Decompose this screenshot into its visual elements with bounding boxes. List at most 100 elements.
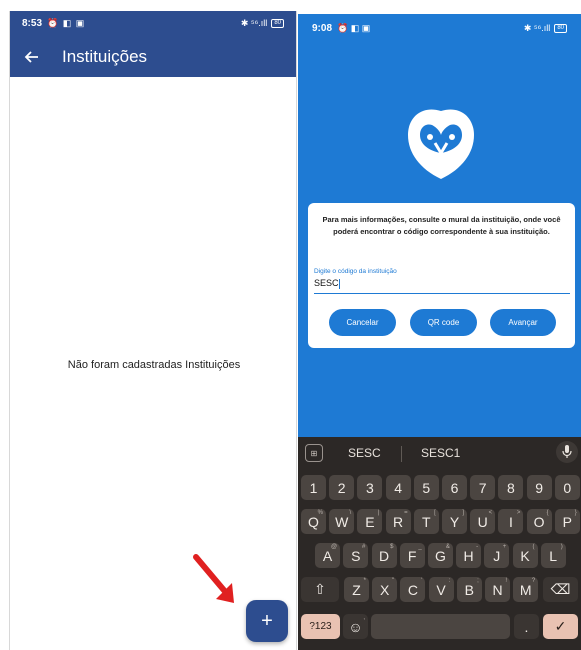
emoji-key-alt-char: ,: [363, 615, 365, 621]
institution-code-dialog: Para mais informações, consulte o mural …: [308, 203, 575, 348]
shift-key[interactable]: ⇧: [301, 577, 339, 602]
key-p[interactable]: P}: [554, 509, 580, 534]
page-title: Instituições: [62, 46, 148, 66]
key-s-alt-char: #: [361, 544, 366, 550]
key-2[interactable]: 2: [329, 475, 355, 500]
key-c[interactable]: C ': [400, 577, 426, 602]
emoji-key-label: ☺: [348, 618, 363, 635]
keyboard-menu-icon[interactable]: ⊞: [305, 444, 323, 462]
code-field-value: SESC: [314, 278, 339, 288]
key-3[interactable]: 3: [357, 475, 383, 500]
key-j[interactable]: J +: [484, 543, 510, 568]
key-k[interactable]: K(: [512, 543, 538, 568]
key-7[interactable]: 7: [470, 475, 496, 500]
key-q-alt-char: %: [317, 510, 323, 516]
key-o-label: O: [533, 513, 545, 530]
key-w-alt-char: \: [349, 510, 352, 516]
institution-code-input[interactable]: SESC: [314, 277, 570, 294]
key-0[interactable]: 0: [554, 475, 580, 500]
key-x[interactable]: X ": [372, 577, 398, 602]
key-y-label: Y: [449, 513, 460, 530]
key-t[interactable]: T[: [413, 509, 439, 534]
emoji-key[interactable]: ☺,: [343, 614, 368, 639]
next-button[interactable]: Avançar: [490, 309, 556, 336]
spacebar[interactable]: [371, 614, 510, 639]
key-a[interactable]: A @: [315, 543, 341, 568]
key-g[interactable]: G &: [427, 543, 453, 568]
key-n[interactable]: N!: [485, 577, 510, 602]
key-l[interactable]: L): [540, 543, 566, 568]
microphone-icon[interactable]: [556, 441, 578, 463]
key-g-label: G: [434, 547, 446, 564]
key-d-label: D: [378, 547, 390, 564]
key-4[interactable]: 4: [385, 475, 411, 500]
battery-icon: 80: [271, 19, 284, 28]
key-h[interactable]: H-: [456, 543, 482, 568]
key-a-alt-char: @: [331, 544, 338, 550]
key-v[interactable]: V:: [428, 577, 454, 602]
key-p-alt-char: }: [574, 510, 577, 516]
suggestion-divider: [401, 446, 402, 462]
key-6[interactable]: 6: [442, 475, 467, 500]
key-w[interactable]: W \: [329, 509, 355, 534]
suggestion-item[interactable]: SESC: [348, 446, 381, 460]
key-s[interactable]: S #: [343, 543, 369, 568]
institutions-screen: 8:53 ⏰ ◧ ▣ ✱ ⁵⁶.ıll 80 Instituições Não …: [9, 11, 297, 650]
key-u[interactable]: U <: [470, 509, 496, 534]
back-arrow-icon[interactable]: [20, 45, 44, 69]
suggestion-item[interactable]: SESC1: [421, 446, 460, 460]
key-9[interactable]: 9: [526, 475, 552, 500]
notification-icons: ⏰ ◧ ▣: [337, 22, 371, 33]
key-h-alt-char: -: [476, 544, 479, 550]
key-y[interactable]: Y]: [442, 509, 467, 534]
key-b[interactable]: B;: [456, 577, 482, 602]
key-8[interactable]: 8: [498, 475, 524, 500]
key-x-alt-char: ": [392, 578, 395, 584]
signal-icon: ✱ ⁵⁶.ıll: [240, 18, 268, 28]
key-m-label: M: [519, 581, 532, 598]
status-bar: 9:08 ⏰ ◧ ▣ ✱ ⁵⁶.ıll 80: [298, 14, 581, 42]
key-8-label: 8: [506, 479, 515, 496]
key-j-alt-char: +: [502, 544, 507, 550]
enter-key[interactable]: ✓: [543, 614, 578, 639]
notification-icons: ⏰ ◧ ▣: [47, 18, 86, 28]
status-time: 9:08: [312, 22, 333, 34]
key-9-label: 9: [535, 479, 543, 496]
key-1[interactable]: 1: [301, 475, 326, 500]
key-r[interactable]: R =: [385, 509, 411, 534]
key-l-label: L: [549, 547, 558, 564]
key-z-alt-char: *: [363, 578, 366, 584]
key-h-label: H: [463, 547, 474, 564]
dialog-message: Para mais informações, consulte o mural …: [322, 215, 561, 236]
key-g-alt-char: &: [445, 544, 450, 550]
key-3-label: 3: [365, 479, 374, 496]
key-d[interactable]: D $: [371, 543, 397, 568]
key-j-label: J: [493, 547, 501, 564]
key-f-label: F: [407, 547, 417, 564]
symbols-key[interactable]: ?123: [301, 614, 340, 639]
owl-logo-icon: [408, 109, 474, 179]
backspace-key[interactable]: ⌫: [543, 577, 578, 602]
battery-icon: 80: [554, 23, 567, 33]
key-5[interactable]: 5: [413, 475, 439, 500]
key-r-label: R: [393, 513, 404, 530]
cancel-button[interactable]: Cancelar: [329, 309, 396, 336]
key-7-label: 7: [478, 479, 487, 496]
key-c-alt-char: ': [421, 578, 423, 584]
key-e[interactable]: E |: [357, 509, 383, 534]
period-key[interactable]: .: [514, 614, 539, 639]
qr-code-button[interactable]: QR code: [410, 309, 477, 336]
add-institution-button[interactable]: +: [246, 600, 288, 642]
key-p-label: P: [562, 513, 572, 530]
key-q[interactable]: Q%: [301, 509, 326, 534]
key-o[interactable]: O{: [526, 509, 552, 534]
key-f[interactable]: F _: [399, 543, 425, 568]
key-i[interactable]: I >: [498, 509, 524, 534]
key-m[interactable]: M?: [513, 577, 539, 602]
key-s-label: S: [351, 547, 361, 564]
screenshot-root: 8:53 ⏰ ◧ ▣ ✱ ⁵⁶.ıll 80 Instituições Não …: [0, 0, 581, 650]
key-d-alt-char: $: [390, 544, 394, 550]
key-e-alt-char: |: [377, 510, 380, 516]
key-v-alt-char: :: [448, 578, 451, 584]
key-z[interactable]: Z *: [344, 577, 369, 602]
